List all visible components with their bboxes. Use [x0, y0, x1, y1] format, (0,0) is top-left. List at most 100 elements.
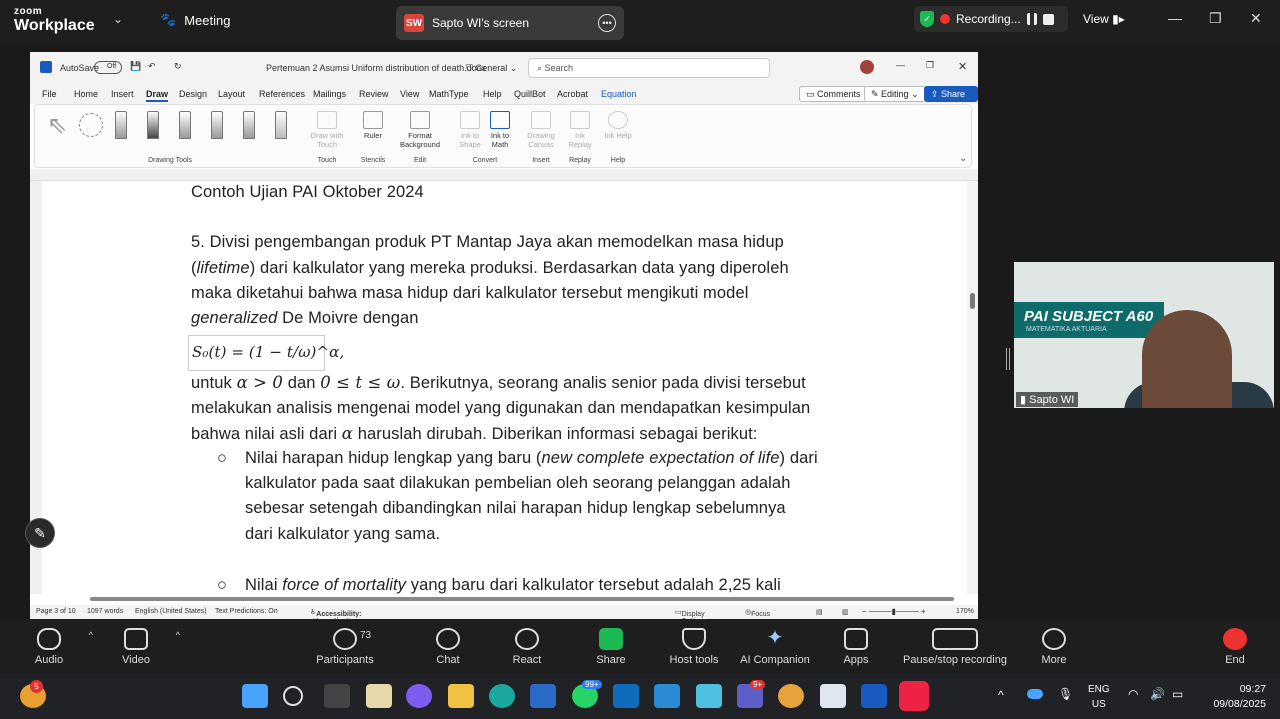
apps-button[interactable]: Apps	[816, 628, 896, 666]
close-icon[interactable]: ✕	[1250, 10, 1262, 27]
horizontal-scrollbar[interactable]	[30, 594, 978, 605]
host-tools-button[interactable]: Host tools	[654, 628, 734, 666]
vertical-scroll-thumb[interactable]	[970, 293, 975, 309]
volume-icon[interactable]: 🔊	[1150, 687, 1165, 701]
meeting-menu[interactable]: 🐾 Meeting	[160, 12, 230, 28]
react-button[interactable]: React	[487, 628, 567, 666]
end-meeting-button[interactable]: End	[1195, 628, 1275, 666]
search-icon[interactable]	[283, 686, 303, 706]
ink-help-button[interactable]: Ink Help	[603, 107, 633, 140]
task-view-icon[interactable]	[324, 684, 350, 708]
eraser-icon[interactable]	[115, 111, 127, 139]
tab-help[interactable]: Help	[483, 89, 502, 99]
tab-insert[interactable]: Insert	[111, 89, 134, 99]
video-button[interactable]: Video ^	[96, 628, 180, 666]
redo-icon[interactable]: ↻	[174, 61, 182, 72]
share-screen-button[interactable]: Share	[571, 628, 651, 666]
ai-companion-button[interactable]: ✦ AI Companion	[735, 628, 815, 666]
zoom-slider[interactable]: − ────▮──── +	[862, 607, 952, 616]
zoom-level[interactable]: 170%	[956, 608, 974, 615]
ink-to-math-button[interactable]: Ink to Math	[485, 107, 515, 149]
more-options-icon[interactable]: •••	[598, 14, 616, 32]
focus-button[interactable]: ◎ Focus	[745, 608, 770, 618]
format-background-button[interactable]: Format Background	[395, 107, 445, 149]
outlook-icon[interactable]	[613, 684, 639, 708]
panel-resize-handle[interactable]	[1006, 348, 1010, 370]
autosave-toggle[interactable]: Off	[94, 61, 122, 74]
read-mode-icon[interactable]: ▤	[816, 608, 823, 616]
editing-button[interactable]: ✎ Editing ⌄	[864, 86, 926, 102]
share-button[interactable]: ⇪ Share ⌄	[924, 86, 978, 110]
word-close-icon[interactable]: ✕	[958, 60, 967, 73]
action-pen-icon[interactable]	[275, 111, 287, 139]
display-settings-button[interactable]: ▭ Display Settings	[675, 608, 707, 625]
tab-draw[interactable]: Draw	[146, 89, 169, 102]
word-restore-icon[interactable]: ❐	[926, 60, 934, 71]
video-options-chevron[interactable]: ^	[176, 630, 180, 640]
ink-replay-button[interactable]: Ink Replay	[565, 107, 595, 149]
elo-app-icon[interactable]	[366, 684, 392, 708]
pencil-icon[interactable]	[211, 111, 223, 139]
tab-equation[interactable]: Equation	[601, 89, 637, 99]
wifi-icon[interactable]: ◠	[1128, 687, 1138, 701]
search-box[interactable]: ⌕ Search	[528, 58, 770, 78]
chat-button[interactable]: Chat	[408, 628, 488, 666]
accessibility-status[interactable]: ♿ Accessibility: Investigate	[310, 608, 361, 625]
pause-stop-recording-button[interactable]: Pause/stop recording	[896, 628, 1014, 666]
draw-with-touch-button[interactable]: Draw with Touch	[305, 107, 349, 149]
document-page[interactable]: Contoh Ujian PAI Oktober 2024 5. Divisi …	[42, 181, 954, 607]
zoom-taskbar-icon[interactable]	[899, 681, 929, 711]
word-minimize-icon[interactable]: —	[896, 60, 905, 70]
file-explorer-icon[interactable]	[448, 684, 474, 708]
drawing-canvas-button[interactable]: Drawing Canvas	[523, 107, 559, 149]
store-icon[interactable]	[530, 684, 556, 708]
tab-mathtype[interactable]: MathType	[429, 89, 469, 99]
audio-options-chevron[interactable]: ^	[89, 630, 93, 640]
chevron-down-icon[interactable]: ⌄	[113, 12, 123, 26]
chrome-icon[interactable]	[778, 684, 804, 708]
more-button[interactable]: More	[1014, 628, 1094, 666]
horizontal-scroll-thumb[interactable]	[90, 597, 954, 601]
tab-design[interactable]: Design	[179, 89, 207, 99]
equation-object[interactable]: S₀(t) = (1 − t/ω)^α,	[188, 335, 344, 371]
tab-review[interactable]: Review	[359, 89, 389, 99]
shared-screen-tab[interactable]: SW Sapto WI's screen •••	[396, 6, 624, 40]
tray-chevron-icon[interactable]: ^	[998, 688, 1004, 702]
word-count[interactable]: 1097 words	[87, 608, 123, 615]
system-clock[interactable]: 09:27 09/08/2025	[1200, 682, 1266, 712]
tab-view[interactable]: View	[400, 89, 419, 99]
edge-icon[interactable]	[489, 684, 515, 708]
pen-gray-icon[interactable]	[179, 111, 191, 139]
sensitivity-label[interactable]: ⛉ General ⌄	[466, 63, 517, 74]
view-menu[interactable]: View ▮▸	[1083, 12, 1125, 26]
highlighter-icon[interactable]	[243, 111, 255, 139]
page-count[interactable]: Page 3 of 10	[36, 608, 76, 615]
user-avatar[interactable]	[860, 60, 874, 74]
copilot-icon[interactable]	[406, 684, 432, 708]
comments-button[interactable]: ▭ Comments	[799, 86, 868, 102]
annotate-pen-icon[interactable]: ✎	[25, 518, 55, 548]
tab-quillbot[interactable]: QuillBot	[514, 89, 546, 99]
select-cursor-icon[interactable]: ⇖	[47, 111, 67, 140]
minimize-icon[interactable]: —	[1168, 10, 1182, 26]
recording-indicator[interactable]: ✓ Recording...	[914, 6, 1068, 32]
calculator-icon[interactable]	[654, 684, 680, 708]
tab-acrobat[interactable]: Acrobat	[557, 89, 588, 99]
participant-video[interactable]: PAI SUBJECT A60 MATEMATIKA AKTUARIA ▮ Sa…	[1014, 262, 1274, 408]
notes-icon[interactable]	[820, 684, 846, 708]
microphone-icon[interactable]: 🎙	[1058, 687, 1073, 701]
participants-button[interactable]: Participants 73	[305, 628, 385, 666]
start-icon[interactable]	[242, 684, 268, 708]
stop-recording-icon[interactable]	[1042, 13, 1054, 25]
notepad-icon[interactable]	[696, 684, 722, 708]
pen-black-icon[interactable]	[147, 111, 159, 139]
print-layout-icon[interactable]: ▥	[842, 608, 849, 616]
tab-layout[interactable]: Layout	[218, 89, 245, 99]
horizontal-ruler[interactable]	[30, 169, 978, 181]
onedrive-icon[interactable]	[1027, 689, 1043, 699]
ruler-button[interactable]: Ruler	[355, 107, 391, 140]
lasso-select-icon[interactable]	[79, 113, 103, 137]
pause-recording-icon[interactable]	[1026, 13, 1037, 25]
tab-file[interactable]: File	[42, 89, 57, 99]
language-status[interactable]: English (United States)	[135, 608, 207, 615]
